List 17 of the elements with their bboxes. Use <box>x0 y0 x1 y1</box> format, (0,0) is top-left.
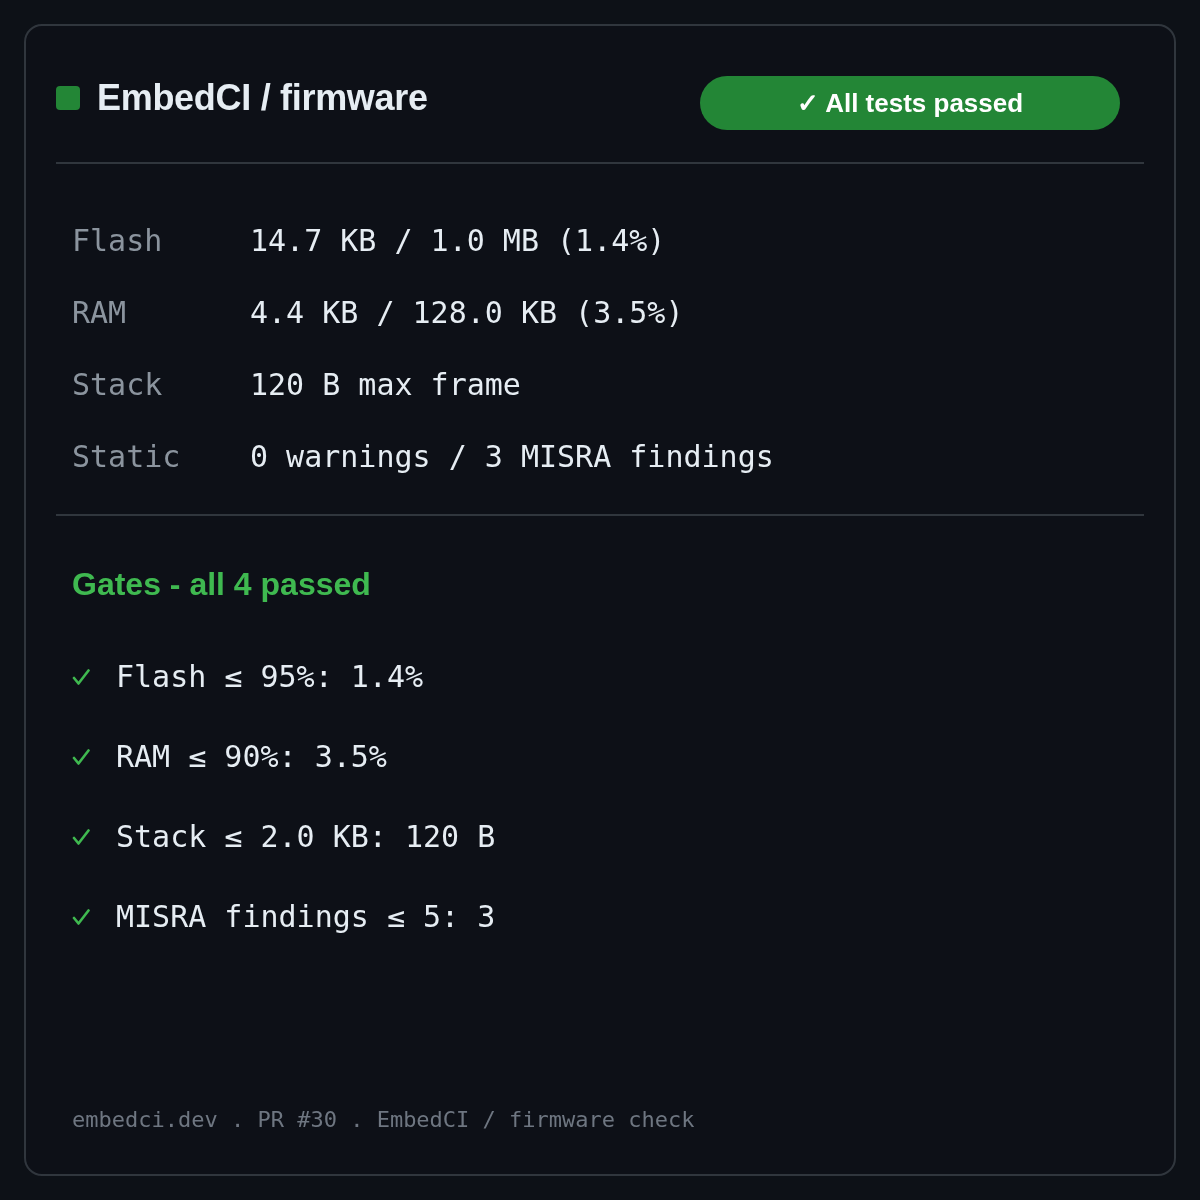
metric-label: Stack <box>72 367 164 403</box>
metric-value: 0 warnings / 3 MISRA findings <box>250 439 774 475</box>
metric-value: 120 B max frame <box>250 367 521 403</box>
gate-result: Stack ≤ 2.0 KB: 120 B <box>116 819 496 855</box>
gate-result: MISRA findings ≤ 5: 3 <box>116 899 496 935</box>
metric-label: Flash <box>72 223 164 259</box>
footer-text: embedci.dev . PR #30 . EmbedCI / firmware check <box>72 1106 695 1134</box>
gate-result: Flash ≤ 95%: 1.4% <box>116 659 424 695</box>
gate-result: RAM ≤ 90%: 3.5% <box>116 739 387 775</box>
metric-value: 14.7 KB / 1.0 MB (1.4%) <box>250 223 666 259</box>
square-icon <box>56 85 80 110</box>
metric-value: 4.4 KB / 128.0 KB (3.5%) <box>250 295 684 331</box>
metric-label: Static <box>72 439 182 475</box>
status-badge: ✓ All tests passed <box>700 76 1120 130</box>
project-title: EmbedCI / firmware <box>97 76 428 119</box>
gates-heading: Gates - all 4 passed <box>72 565 371 604</box>
metric-label: RAM <box>72 295 128 331</box>
